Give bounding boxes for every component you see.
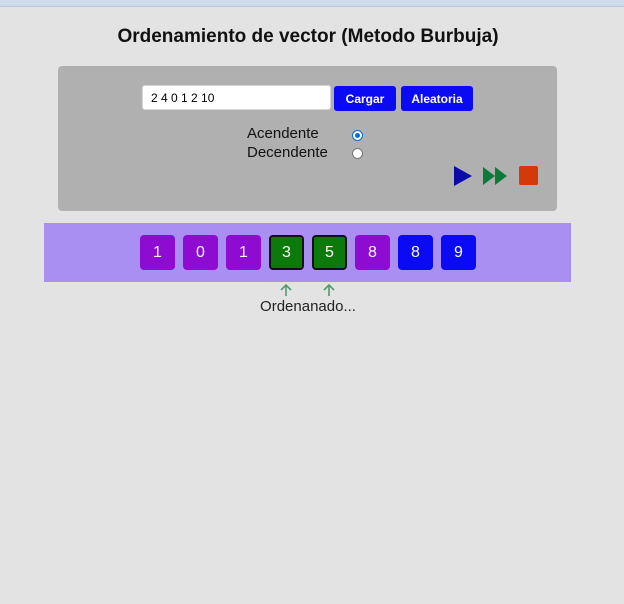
browser-top-bar — [0, 0, 624, 7]
vector-cell: 8 — [355, 235, 390, 270]
vector-cell: 1 — [140, 235, 175, 270]
play-icon[interactable] — [452, 165, 474, 187]
arrow-up-icon — [278, 283, 294, 297]
arrow-up-icon — [321, 283, 337, 297]
vector-strip: 1 0 1 3 5 8 8 9 — [44, 223, 571, 282]
descending-radio[interactable] — [352, 148, 363, 159]
vector-input[interactable] — [142, 85, 331, 110]
control-panel: Cargar Aleatoria Acendente Decendente — [58, 66, 557, 211]
descending-label: Decendente — [247, 144, 328, 161]
vector-cell-sorted: 9 — [441, 235, 476, 270]
vector-cell: 1 — [226, 235, 261, 270]
page-title: Ordenamiento de vector (Metodo Burbuja) — [117, 26, 499, 47]
load-button[interactable]: Cargar — [334, 86, 396, 111]
ascending-radio[interactable] — [352, 130, 363, 141]
vector-cell-compared: 5 — [312, 235, 347, 270]
fast-forward-icon[interactable] — [482, 165, 510, 187]
random-button[interactable]: Aleatoria — [401, 86, 473, 111]
vector-cell-compared: 3 — [269, 235, 304, 270]
status-text: Ordenanado... — [260, 298, 356, 315]
stop-icon[interactable] — [518, 165, 540, 187]
vector-cell: 0 — [183, 235, 218, 270]
ascending-label: Acendente — [247, 125, 319, 142]
vector-cell-sorted: 8 — [398, 235, 433, 270]
